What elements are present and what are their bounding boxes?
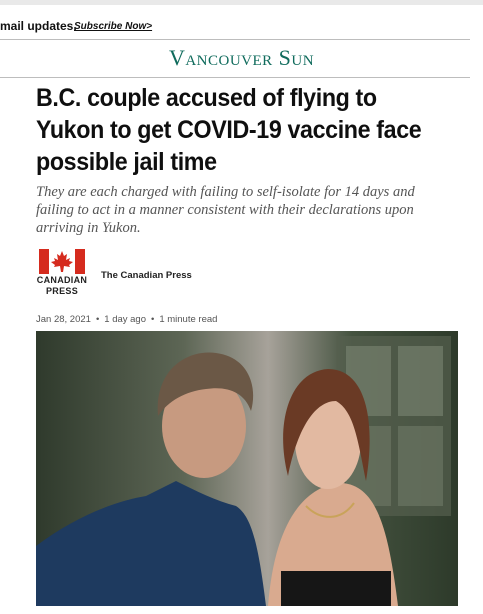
byline-author[interactable]: The Canadian Press <box>101 270 192 281</box>
masthead-logo[interactable]: Vancouver Sun <box>0 45 483 71</box>
canadian-press-logo[interactable]: CANADIAN PRESS <box>36 249 88 301</box>
divider <box>0 77 470 78</box>
logo-text-line2: PRESS <box>45 286 78 296</box>
article-meta: Jan 28, 2021 • 1 day ago • 1 minute read <box>36 314 217 325</box>
separator-dot: • <box>151 314 155 325</box>
publish-date: Jan 28, 2021 <box>36 314 91 325</box>
article-photo[interactable] <box>36 331 458 606</box>
newsletter-bar: mail updates. Subscribe Now> <box>0 5 483 39</box>
publish-age: 1 day ago <box>104 314 146 325</box>
divider <box>0 39 470 40</box>
separator-dot: • <box>95 314 100 325</box>
read-time: 1 minute read <box>159 314 218 325</box>
photo-illustration <box>36 331 458 606</box>
logo-text-line1: CANADIAN <box>36 275 88 285</box>
maple-leaf-icon <box>39 249 85 274</box>
subscribe-link[interactable]: Subscribe Now> <box>74 21 152 32</box>
article-deck: They are each charged with failing to se… <box>36 184 415 236</box>
email-updates-text: mail updates. <box>0 19 77 33</box>
article-headline: B.C. couple accused of flying to Yukon t… <box>36 84 422 176</box>
